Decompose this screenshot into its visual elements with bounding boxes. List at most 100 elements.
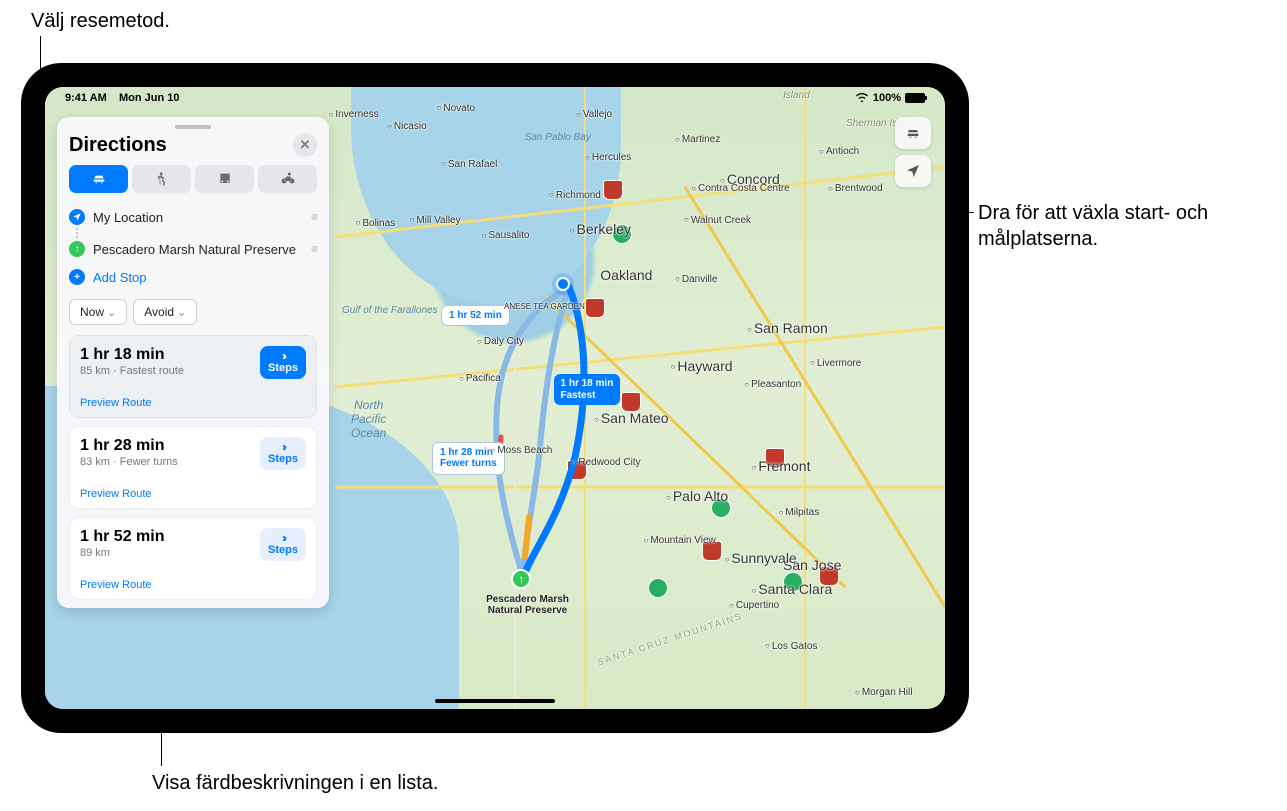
chevrons-icon: ›› [282, 532, 284, 544]
city-sunnyvale: Sunnyvale [725, 550, 797, 566]
steps-label: Steps [268, 454, 298, 465]
route-badge-note: Fastest [561, 390, 596, 401]
close-button[interactable]: ✕ [293, 133, 317, 157]
steps-button[interactable]: ›› Steps [260, 528, 306, 561]
directions-panel: Directions ✕ [57, 117, 329, 608]
current-location-dot [556, 277, 570, 291]
city-walnut-creek: Walnut Creek [684, 215, 751, 226]
panel-title: Directions [69, 134, 167, 157]
city-berkeley: Berkeley [570, 221, 631, 237]
city-mountain-view: Mountain View [644, 535, 716, 546]
city-antioch: Antioch [819, 146, 859, 157]
route-card[interactable]: 1 hr 18 min 85 km · Fastest route ›› Ste… [69, 335, 317, 418]
city-mill-valley: Mill Valley [410, 215, 461, 226]
route-time: 1 hr 28 min [80, 437, 178, 455]
city-moss-beach: Moss Beach [491, 445, 553, 456]
stop-destination-row[interactable]: ↑ Pescadero Marsh Natural Preserve ≡ [69, 235, 317, 263]
route-badge-time: 1 hr 18 min [561, 378, 614, 389]
destination-label: Pescadero Marsh Natural Preserve [473, 594, 583, 616]
san-pablo-bay-label: San Pablo Bay [525, 132, 591, 143]
status-bar: 9:41 AM Mon Jun 10 100% [45, 87, 945, 109]
status-time: 9:41 AM [65, 92, 107, 104]
route-detail: 85 km · Fastest route [80, 365, 184, 377]
city-hercules: Hercules [585, 152, 631, 163]
steps-button[interactable]: ›› Steps [260, 346, 306, 379]
route-time: 1 hr 18 min [80, 346, 184, 364]
route-detail: 83 km · Fewer turns [80, 456, 178, 468]
route-options-row: Now Avoid [57, 299, 329, 335]
city-milpitas: Milpitas [779, 507, 820, 518]
map-controls [895, 117, 931, 187]
status-date: Mon Jun 10 [119, 92, 180, 104]
callout-list-label: Visa färdbeskrivningen i en lista. [152, 770, 438, 796]
route-badge-primary[interactable]: 1 hr 18 min Fastest [554, 374, 621, 405]
ocean-label: Gulf of the Farallones NorthPacificOcean [351, 398, 386, 440]
add-stop-label: Add Stop [93, 270, 317, 285]
drag-handle-icon[interactable]: ≡ [311, 210, 317, 224]
city-bolinas: Bolinas [356, 218, 396, 229]
battery-icon [905, 93, 925, 103]
route-card[interactable]: 1 hr 28 min 83 km · Fewer turns ›› Steps… [69, 426, 317, 509]
city-contra-costa: Contra Costa Centre [691, 183, 790, 194]
destination-arrow-icon: ↑ [69, 241, 85, 257]
add-stop-row[interactable]: + Add Stop [69, 263, 317, 291]
mode-transit-button[interactable] [195, 165, 254, 193]
city-richmond: Richmond [549, 190, 601, 201]
route-time: 1 hr 52 min [80, 528, 164, 546]
city-san-mateo: San Mateo [594, 410, 669, 426]
city-vallejo: Vallejo [576, 109, 612, 120]
drag-handle-icon[interactable]: ≡ [311, 242, 317, 256]
route-card[interactable]: 1 hr 52 min 89 km ›› Steps Preview Route [69, 517, 317, 600]
city-los-gatos: Los Gatos [765, 641, 817, 652]
mode-cycle-button[interactable] [258, 165, 317, 193]
map-mode-button[interactable] [895, 117, 931, 149]
stop-origin-row[interactable]: My Location ≡ [69, 203, 317, 231]
panel-grabber[interactable] [175, 125, 211, 129]
route-detail: 89 km [80, 547, 164, 559]
mode-walk-button[interactable] [132, 165, 191, 193]
city-daly-city: Daly City [477, 336, 524, 347]
plus-icon: + [69, 269, 85, 285]
city-nicasio: Nicasio [387, 121, 427, 132]
mode-drive-button[interactable] [69, 165, 128, 193]
preview-route-link[interactable]: Preview Route [80, 488, 306, 500]
preview-route-link[interactable]: Preview Route [80, 579, 306, 591]
japanese-tea-garden: ANESE TEA GARDEN [504, 302, 585, 311]
status-left: 9:41 AM Mon Jun 10 [65, 92, 180, 104]
city-cupertino: Cupertino [729, 600, 779, 611]
steps-label: Steps [268, 363, 298, 374]
city-livermore: Livermore [810, 358, 861, 369]
chevrons-icon: ›› [282, 350, 284, 362]
route-badge-alt2[interactable]: 1 hr 52 min [441, 305, 510, 327]
city-palo-alto: Palo Alto [666, 488, 728, 504]
home-indicator[interactable] [435, 699, 555, 703]
city-oakland: Oakland [600, 267, 652, 283]
city-san-ramon: San Ramon [747, 320, 828, 336]
city-pacifica: Pacifica [459, 373, 501, 384]
city-san-rafael: San Rafael [441, 159, 497, 170]
city-santa-clara: Santa Clara [752, 581, 833, 597]
ipad-frame: ↑ Pescadero Marsh Natural Preserve 1 hr … [21, 63, 969, 733]
depart-now-button[interactable]: Now [69, 299, 127, 325]
route-badge-time: 1 hr 28 min [440, 447, 493, 458]
preview-route-link[interactable]: Preview Route [80, 397, 306, 409]
status-right: 100% [855, 91, 925, 105]
city-morgan-hill: Morgan Hill [855, 687, 912, 698]
origin-label: My Location [93, 210, 303, 225]
opt-avoid-label: Avoid [144, 305, 174, 319]
steps-label: Steps [268, 545, 298, 556]
wifi-icon [855, 91, 869, 105]
panel-header: Directions ✕ [57, 133, 329, 165]
locate-button[interactable] [895, 155, 931, 187]
city-martinez: Martinez [675, 134, 720, 145]
avoid-button[interactable]: Avoid [133, 299, 197, 325]
city-redwood-city: Redwood City [572, 457, 641, 468]
city-hayward: Hayward [671, 358, 733, 374]
city-sausalito: Sausalito [482, 230, 530, 241]
gulf-label: Gulf of the Farallones [342, 305, 438, 316]
steps-button[interactable]: ›› Steps [260, 437, 306, 470]
city-fremont: Fremont [752, 458, 811, 474]
city-brentwood: Brentwood [828, 183, 883, 194]
location-arrow-icon [69, 209, 85, 225]
city-danville: Danville [675, 274, 717, 285]
